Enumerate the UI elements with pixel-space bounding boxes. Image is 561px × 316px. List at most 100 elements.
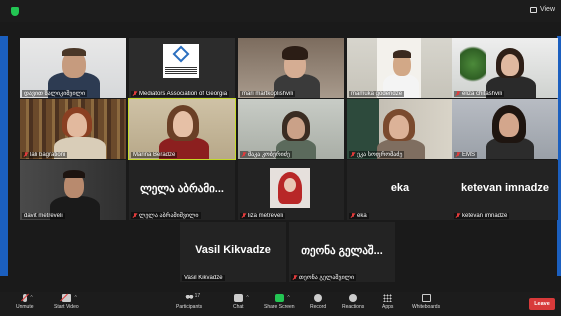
participant-name: Marina Beradze — [131, 152, 178, 158]
mic-muted-icon — [133, 212, 137, 219]
unmute-button[interactable]: ^ Unmute — [16, 294, 34, 310]
participant-tile[interactable]: liza metreveli — [238, 160, 344, 220]
participants-count: 17 — [194, 293, 201, 299]
reactions-button[interactable]: Reactions — [342, 294, 364, 310]
desktop-background — [0, 36, 8, 276]
participant-tile[interactable]: eliza chitashvili — [452, 38, 558, 98]
participant-name: Vasil Kikvadze — [182, 275, 225, 281]
security-shield-icon[interactable] — [11, 7, 19, 16]
participant-tile[interactable]: mamuka goderidze — [347, 38, 453, 98]
participant-tile[interactable]: მაკა კობერიძე — [238, 99, 344, 159]
chat-button[interactable]: ^ Chat — [233, 294, 249, 310]
start-video-label: Start Video — [54, 304, 79, 310]
video-feed — [238, 38, 344, 98]
grid-view-icon — [529, 6, 537, 13]
mic-muted-icon — [293, 274, 297, 281]
participant-tile[interactable]: mari martkoplishvili — [238, 38, 344, 98]
participant-name: mamuka goderidze — [349, 91, 405, 97]
start-video-button[interactable]: ^ Start Video — [54, 294, 79, 310]
participant-name: EMS — [454, 152, 478, 158]
participant-tile[interactable]: eka eka — [347, 160, 453, 220]
participant-tile[interactable]: Vasil Kikvadze Vasil Kikvadze — [180, 222, 286, 282]
video-off-icon: ^ — [61, 294, 77, 302]
mic-muted-icon — [351, 151, 355, 158]
participants-label: Participants — [176, 304, 203, 310]
participant-display-name: eka — [390, 182, 410, 194]
whiteboard-icon — [421, 294, 431, 302]
reactions-label: Reactions — [342, 304, 365, 310]
share-screen-button[interactable]: ^ Share Screen — [264, 294, 295, 310]
mic-muted-icon — [133, 91, 137, 97]
mic-muted-icon — [456, 152, 460, 158]
chevron-up-icon[interactable]: ^ — [74, 295, 76, 301]
top-toolbar: View — [0, 0, 561, 22]
mic-muted-icon — [24, 152, 28, 158]
participant-name: მაკა კობერიძე — [240, 151, 292, 158]
microphone-muted-icon: ^ — [22, 294, 33, 302]
whiteboards-label: Whiteboards — [412, 304, 441, 310]
chevron-up-icon[interactable]: ^ — [246, 295, 248, 301]
participant-tile[interactable]: თეონა გელაშ... თეონა გელაშვილი — [289, 222, 395, 282]
apps-button[interactable]: Apps — [382, 294, 393, 310]
participant-tile[interactable]: Mediators Association of Georgia — [129, 38, 235, 98]
profile-picture — [270, 168, 310, 208]
video-feed — [347, 38, 453, 98]
participant-tile[interactable]: ketevan imnadze ketevan imnadze — [452, 160, 558, 220]
record-button[interactable]: Record — [310, 294, 326, 310]
participant-tile[interactable]: davit metreveli — [20, 160, 126, 220]
meeting-controls-bar: ^ Unmute ^ Start Video 17 Participants ^… — [0, 292, 561, 316]
participant-name: eliza chitashvili — [454, 91, 505, 97]
whiteboards-button[interactable]: Whiteboards — [412, 294, 440, 310]
participant-name: davit metreveli — [22, 213, 65, 219]
video-feed — [129, 99, 235, 159]
record-label: Record — [310, 304, 327, 310]
organization-logo — [163, 44, 199, 78]
participant-name: ეკა სოფრომაძე — [349, 151, 405, 158]
participant-display-name: ketevan imnadze — [460, 182, 550, 194]
participant-name: Mediators Association of Georgia — [131, 91, 230, 97]
leave-button[interactable]: Leave — [529, 298, 555, 310]
participant-tile[interactable]: EMS — [452, 99, 558, 159]
chat-icon: ^ — [233, 294, 249, 302]
chevron-up-icon[interactable]: ^ — [30, 295, 32, 301]
chevron-up-icon[interactable]: ^ — [287, 295, 289, 301]
mic-muted-icon — [351, 213, 355, 219]
participant-tile[interactable]: lali bagrationi — [20, 99, 126, 159]
share-screen-label: Share Screen — [264, 304, 295, 310]
participants-button[interactable]: 17 Participants — [176, 293, 203, 310]
participants-icon: 17 — [184, 293, 200, 302]
participant-display-name: ლელა აბრამი... — [140, 183, 224, 195]
view-button[interactable]: View — [529, 6, 555, 13]
video-feed — [20, 38, 126, 98]
participant-name: ketevan imnadze — [454, 213, 510, 219]
mic-muted-icon — [242, 151, 246, 158]
participant-display-name: Vasil Kikvadze — [195, 244, 271, 256]
share-screen-icon: ^ — [274, 294, 290, 302]
participant-name: დავით ზალიკიშვილი — [22, 90, 88, 97]
video-feed — [452, 99, 558, 159]
mic-muted-icon — [242, 213, 246, 219]
participant-tile-active-speaker[interactable]: Marina Beradze — [128, 98, 236, 160]
participant-tile[interactable]: დავით ზალიკიშვილი — [20, 38, 126, 98]
participant-tile[interactable]: ეკა სოფრომაძე — [347, 99, 453, 159]
mic-muted-icon — [456, 91, 460, 97]
apps-icon — [383, 294, 393, 302]
view-label: View — [539, 6, 555, 13]
participant-name: lali bagrationi — [22, 152, 68, 158]
participant-name: eka — [349, 213, 369, 219]
apps-label: Apps — [382, 304, 394, 310]
video-feed — [20, 99, 126, 159]
mic-muted-icon — [456, 213, 460, 219]
chat-label: Chat — [233, 304, 244, 310]
participant-name: თეონა გელაშვილი — [291, 274, 357, 281]
participant-tile[interactable]: ლელა აბრამი... ლელა აბრამიშვილი — [129, 160, 235, 220]
video-feed — [129, 38, 235, 98]
video-feed — [452, 38, 558, 98]
unmute-label: Unmute — [16, 304, 34, 310]
video-gallery: დავით ზალიკიშვილი Mediators Association … — [8, 24, 558, 286]
record-icon — [314, 294, 323, 302]
video-feed — [347, 99, 453, 159]
participant-display-name: თეონა გელაშ... — [301, 245, 383, 257]
reactions-icon — [349, 294, 358, 302]
participant-name: liza metreveli — [240, 213, 286, 219]
